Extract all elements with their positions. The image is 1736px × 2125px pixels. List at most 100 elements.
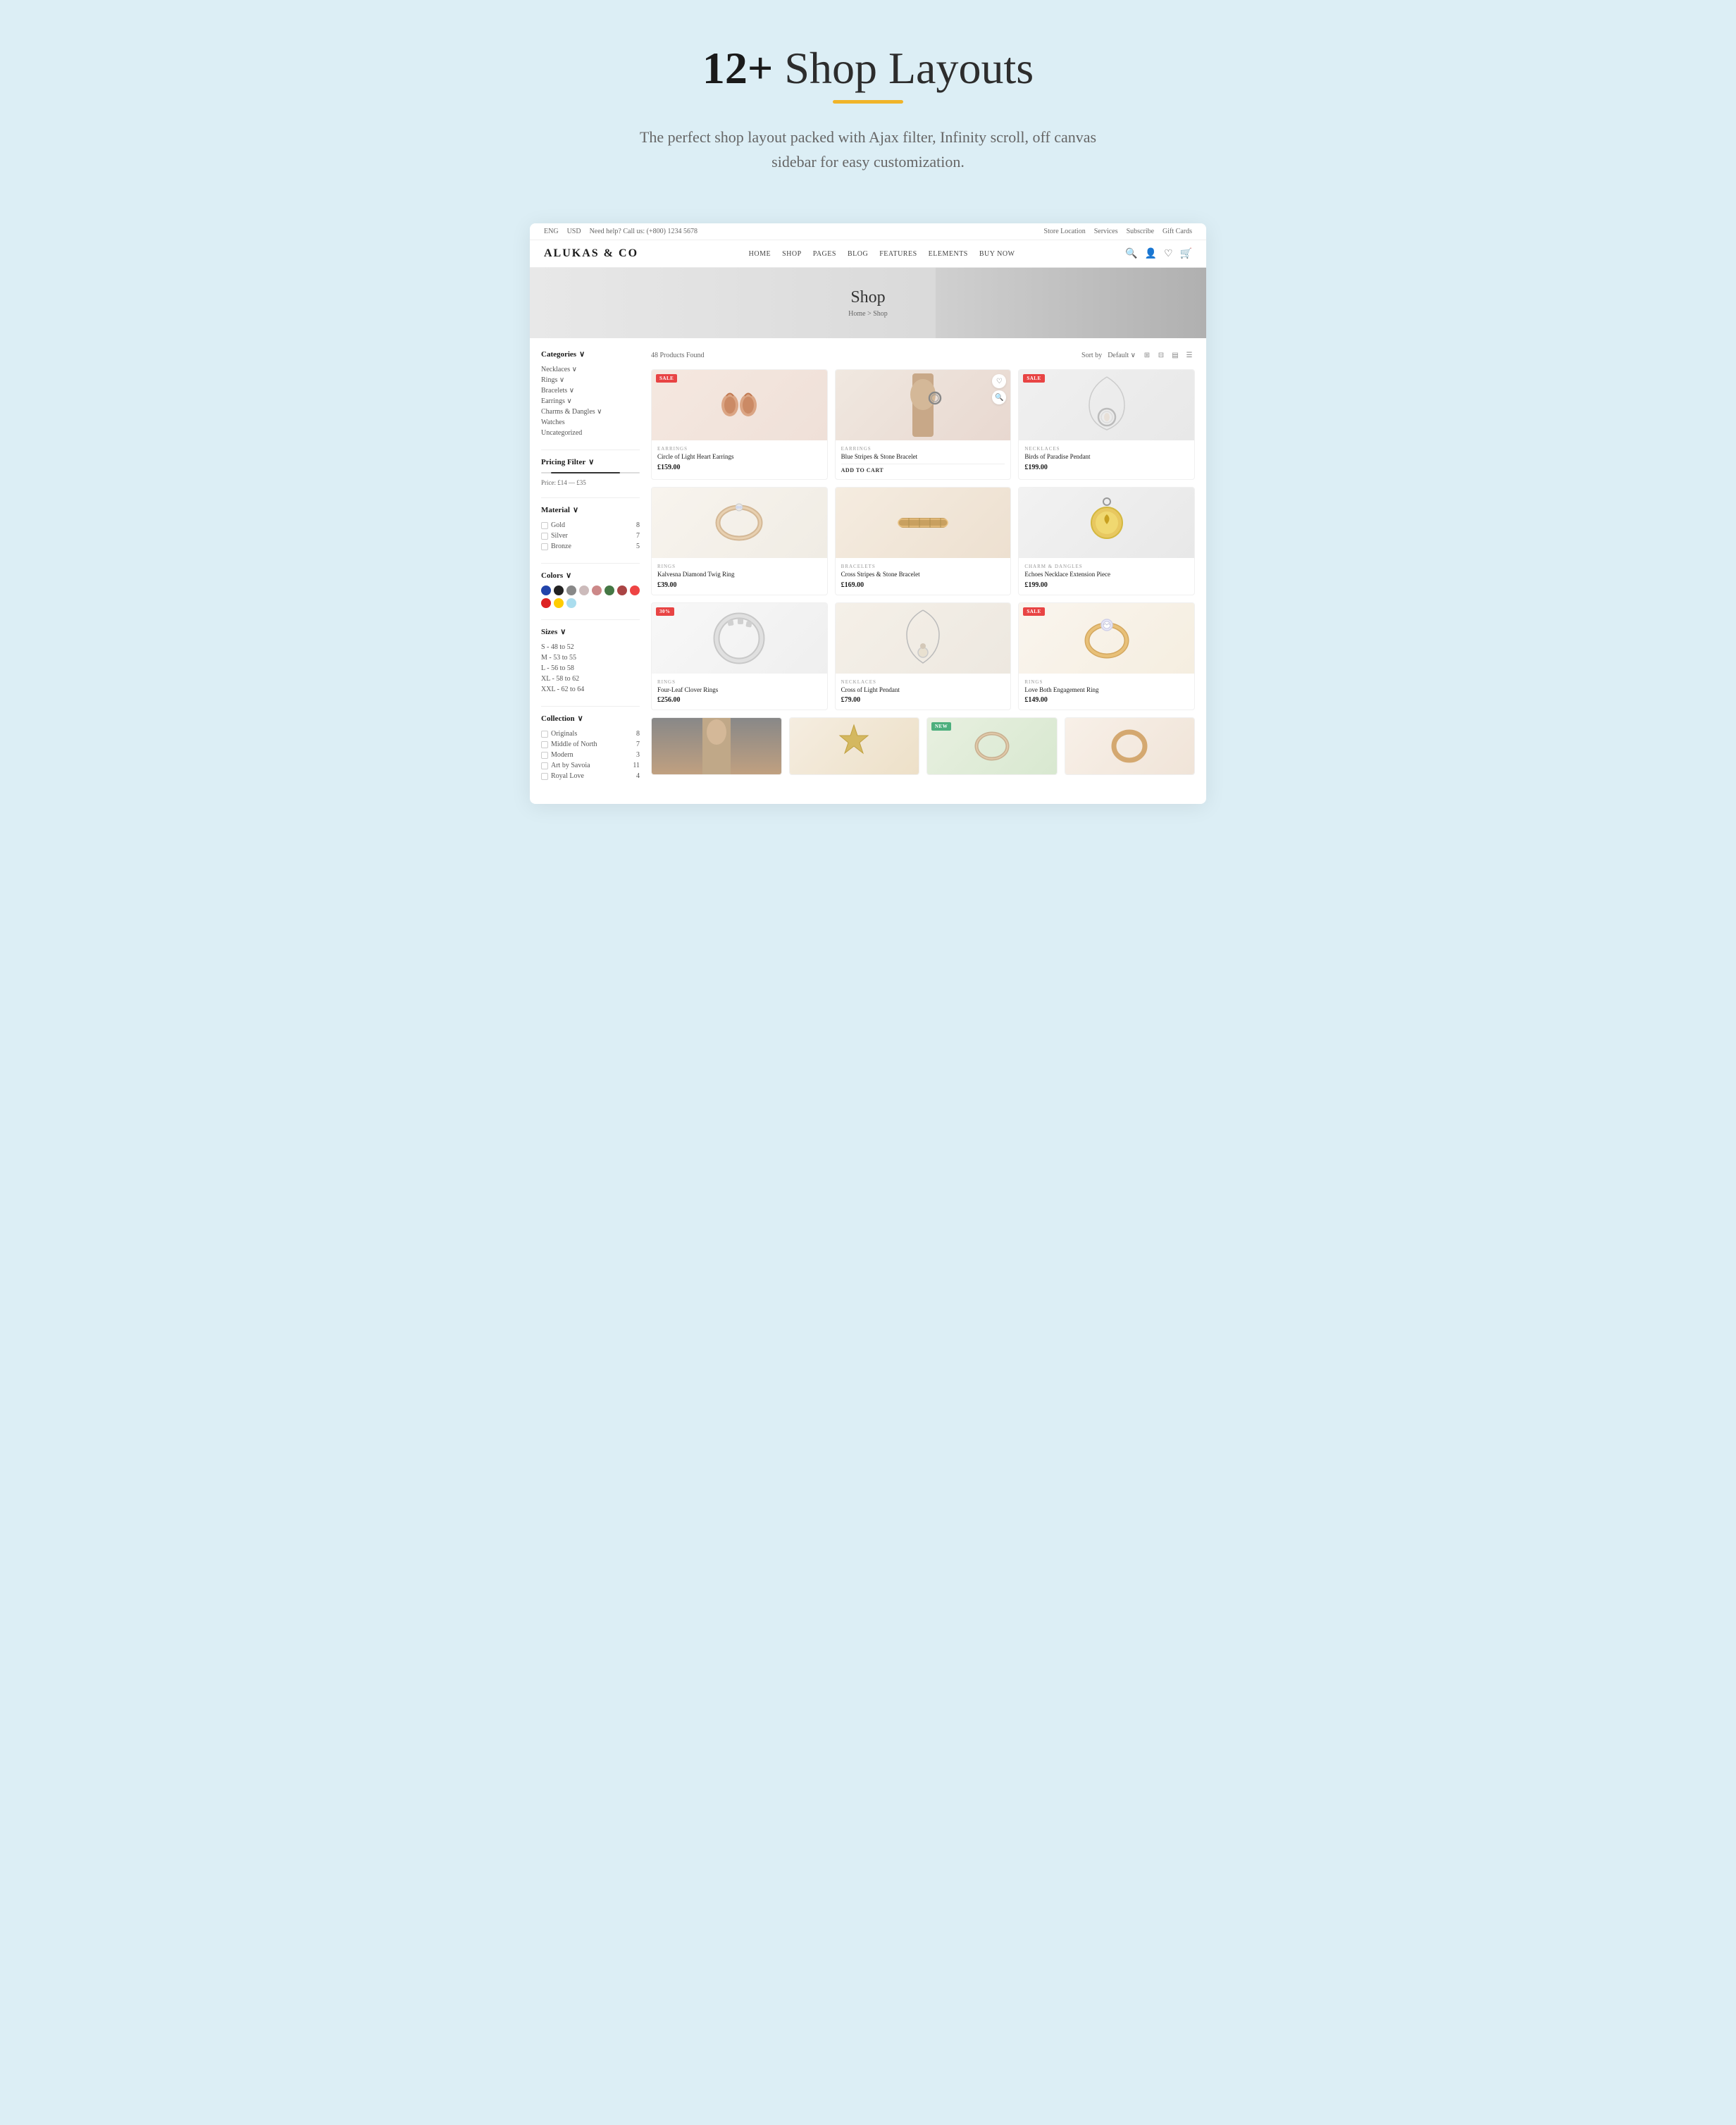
store-location-link[interactable]: Store Location (1044, 228, 1086, 235)
color-swatch-light-blue[interactable] (566, 598, 576, 608)
categories-title[interactable]: Categories ∨ (541, 349, 640, 359)
checkbox-middle-of-north[interactable] (541, 741, 548, 748)
size-s[interactable]: S - 48 to 52 (541, 642, 640, 652)
checkbox-bronze[interactable] (541, 543, 548, 550)
product-grid: SALE EARRINGS Circle of Light Heart Ea (651, 369, 1195, 710)
checkbox-silver[interactable] (541, 533, 548, 540)
nav-home[interactable]: HOME (749, 250, 771, 258)
product-card-7[interactable]: 30% RINGS Four-Leaf Clover Rings £256.00 (651, 602, 828, 711)
product-card-8[interactable]: NECKLACES Cross of Light Pendant £79.00 (835, 602, 1012, 711)
material-title[interactable]: Material ∨ (541, 505, 640, 514)
sidebar-item-earrings[interactable]: Earrings ∨ (541, 396, 640, 407)
color-swatch-red[interactable] (630, 586, 640, 595)
size-l[interactable]: L - 56 to 58 (541, 663, 640, 674)
color-swatch-gray[interactable] (566, 586, 576, 595)
grid-view-2[interactable]: ▤ (1170, 349, 1181, 361)
size-xxl[interactable]: XXL - 62 to 64 (541, 684, 640, 695)
product-image-9: SALE (1019, 603, 1194, 674)
nav-shop[interactable]: SHOP (782, 250, 802, 258)
sidebar-item-rings[interactable]: Rings ∨ (541, 375, 640, 385)
sidebar-item-necklaces[interactable]: Necklaces ∨ (541, 364, 640, 375)
nav-blog[interactable]: BLOG (848, 250, 868, 258)
currency-selector[interactable]: USD (567, 228, 581, 235)
language-selector[interactable]: ENG (544, 228, 559, 235)
product-card-11[interactable] (789, 717, 920, 775)
product-card-10[interactable] (651, 717, 782, 775)
color-swatch-yellow[interactable] (554, 598, 564, 608)
color-swatch-blue[interactable] (541, 586, 551, 595)
nav-elements[interactable]: ELEMENTS (929, 250, 968, 258)
checkbox-modern[interactable] (541, 752, 548, 759)
sidebar-item-charms[interactable]: Charms & Dangles ∨ (541, 407, 640, 417)
sidebar-item-watches[interactable]: Watches (541, 417, 640, 428)
wishlist-icon[interactable]: ♡ (1164, 248, 1173, 260)
color-swatch-black[interactable] (554, 586, 564, 595)
price-slider[interactable] (541, 472, 640, 473)
product-card-13[interactable] (1065, 717, 1196, 775)
nav-buy-now[interactable]: BUY NOW (979, 250, 1015, 258)
product-name-9: Love Both Engagement Ring (1024, 686, 1189, 695)
zoom-btn-2[interactable]: 🔍 (992, 390, 1006, 404)
nav-features[interactable]: FEATURES (879, 250, 917, 258)
product-info-5: BRACELETS Cross Stripes & Stone Bracelet… (836, 558, 1011, 595)
collection-originals[interactable]: Originals 8 (541, 729, 640, 739)
sizes-title[interactable]: Sizes ∨ (541, 627, 640, 636)
site-logo[interactable]: ALUKAS & CO (544, 247, 638, 260)
collection-title[interactable]: Collection ∨ (541, 714, 640, 723)
chevron-down-icon-material: ∨ (573, 505, 578, 514)
user-icon[interactable]: 👤 (1145, 248, 1157, 260)
checkbox-royal-love[interactable] (541, 773, 548, 780)
color-swatch-green[interactable] (604, 586, 614, 595)
sidebar-item-uncategorized[interactable]: Uncategorized (541, 428, 640, 438)
wishlist-btn-2[interactable]: ♡ (992, 374, 1006, 388)
color-swatch-red-dark[interactable] (617, 586, 627, 595)
checkbox-originals[interactable] (541, 731, 548, 738)
services-link[interactable]: Services (1094, 228, 1118, 235)
collection-royal-love[interactable]: Royal Love 4 (541, 771, 640, 781)
sidebar-item-bracelets[interactable]: Bracelets ∨ (541, 385, 640, 396)
product-name-7: Four-Leaf Clover Rings (657, 686, 822, 695)
material-silver[interactable]: Silver 7 (541, 531, 640, 541)
list-view[interactable]: ☰ (1184, 349, 1195, 361)
phone-info: Need help? Call us: (+800) 1234 5678 (590, 228, 698, 235)
size-xl[interactable]: XL - 58 to 62 (541, 674, 640, 684)
product-card-1[interactable]: SALE EARRINGS Circle of Light Heart Ea (651, 369, 828, 480)
color-swatch-pink[interactable] (592, 586, 602, 595)
collection-middle-of-north[interactable]: Middle of North 7 (541, 739, 640, 750)
sidebar-divider-2 (541, 497, 640, 498)
add-to-cart-2[interactable]: ADD TO CART (841, 464, 1005, 473)
product-card-2[interactable]: ♡ 🔍 EARRINGS Blue Stripes & Stone Bracel (835, 369, 1012, 480)
sizes-section: Sizes ∨ S - 48 to 52 M - 53 to 55 L - 56… (541, 627, 640, 695)
checkbox-art-by-savoia[interactable] (541, 762, 548, 769)
product-card-4[interactable]: RINGS Kalvesna Diamond Twig Ring £39.00 (651, 487, 828, 595)
color-swatches (541, 586, 640, 608)
material-gold[interactable]: Gold 8 (541, 520, 640, 531)
nav-pages[interactable]: PAGES (813, 250, 836, 258)
checkbox-gold[interactable] (541, 522, 548, 529)
product-category-1: EARRINGS (657, 446, 822, 452)
product-card-6[interactable]: CHARM & DANGLES Echoes Necklace Extensio… (1018, 487, 1195, 595)
cart-icon[interactable]: 🛒 (1180, 248, 1192, 260)
gift-cards-link[interactable]: Gift Cards (1162, 228, 1192, 235)
material-bronze[interactable]: Bronze 5 (541, 541, 640, 552)
search-icon[interactable]: 🔍 (1125, 248, 1137, 260)
grid-view-4[interactable]: ⊞ (1141, 349, 1153, 361)
product-badge-7: 30% (656, 607, 674, 616)
colors-title[interactable]: Colors ∨ (541, 571, 640, 580)
collection-art-by-savoia[interactable]: Art by Savoia 11 (541, 760, 640, 771)
color-swatch-pink-light[interactable] (579, 586, 589, 595)
product-card-3[interactable]: SALE NECKLACES Birds of Paradise Pendant… (1018, 369, 1195, 480)
subscribe-link[interactable]: Subscribe (1127, 228, 1154, 235)
pricing-title[interactable]: Pricing Filter ∨ (541, 457, 640, 466)
product-card-5[interactable]: BRACELETS Cross Stripes & Stone Bracelet… (835, 487, 1012, 595)
product-card-12[interactable]: NEW (926, 717, 1058, 775)
product-image-8 (836, 603, 1011, 674)
sort-dropdown[interactable]: Default ∨ (1108, 352, 1136, 359)
grid-view-3[interactable]: ⊟ (1155, 349, 1167, 361)
color-swatch-red-bright[interactable] (541, 598, 551, 608)
product-card-9[interactable]: SALE RINGS Love Both Engagement Ring £14… (1018, 602, 1195, 711)
top-bar-left: ENG USD Need help? Call us: (+800) 1234 … (544, 228, 698, 235)
collection-modern[interactable]: Modern 3 (541, 750, 640, 760)
size-m[interactable]: M - 53 to 55 (541, 652, 640, 663)
hero-title-text: Shop Layouts (773, 43, 1034, 93)
